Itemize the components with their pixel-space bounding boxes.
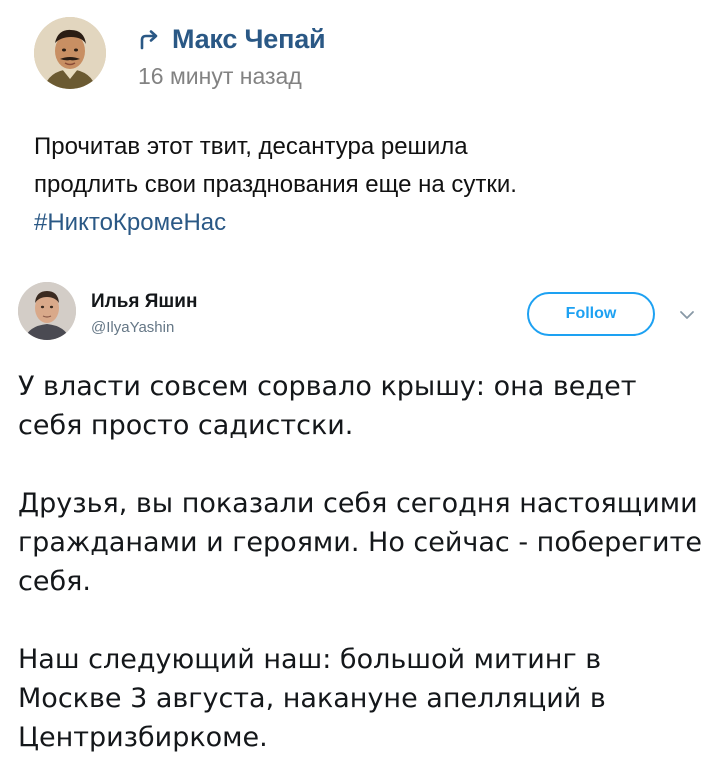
tweet-avatar-portrait	[18, 282, 76, 340]
repost-icon	[138, 28, 162, 52]
chevron-down-icon	[678, 308, 696, 322]
tweet-author-name: Илья Яшин	[91, 291, 198, 312]
avatar-portrait	[34, 17, 106, 89]
author-name[interactable]: Макс Чепай	[172, 24, 326, 55]
author-row: Макс Чепай	[138, 24, 326, 55]
follow-button: Follow	[527, 292, 655, 336]
tweet-avatar	[18, 282, 76, 340]
avatar[interactable]	[34, 17, 106, 89]
post-text-line: Прочитав этот твит, десантура решила	[34, 133, 468, 160]
tweet-paragraph: Друзья, вы показали себя сегодня настоящ…	[18, 488, 702, 597]
tweet-author-handle: @IlyaYashin	[91, 319, 175, 336]
tweet-paragraph: Наш следующий наш: большой митинг в Моск…	[18, 644, 606, 753]
tweet-image: Илья Яшин @IlyaYashin Follow У власти со…	[0, 272, 720, 777]
post-timestamp[interactable]: 16 минут назад	[138, 63, 302, 90]
post-text-line: продлить свои празднования еще на сутки.	[34, 171, 517, 198]
post-text: Прочитав этот твит, десантура решила про…	[34, 128, 694, 242]
tweet-text: У власти совсем сорвало крышу: она ведет…	[18, 367, 708, 757]
hashtag-link[interactable]: #НиктоКромеНас	[34, 204, 694, 242]
tweet-paragraph: У власти совсем сорвало крышу: она ведет…	[18, 371, 637, 441]
